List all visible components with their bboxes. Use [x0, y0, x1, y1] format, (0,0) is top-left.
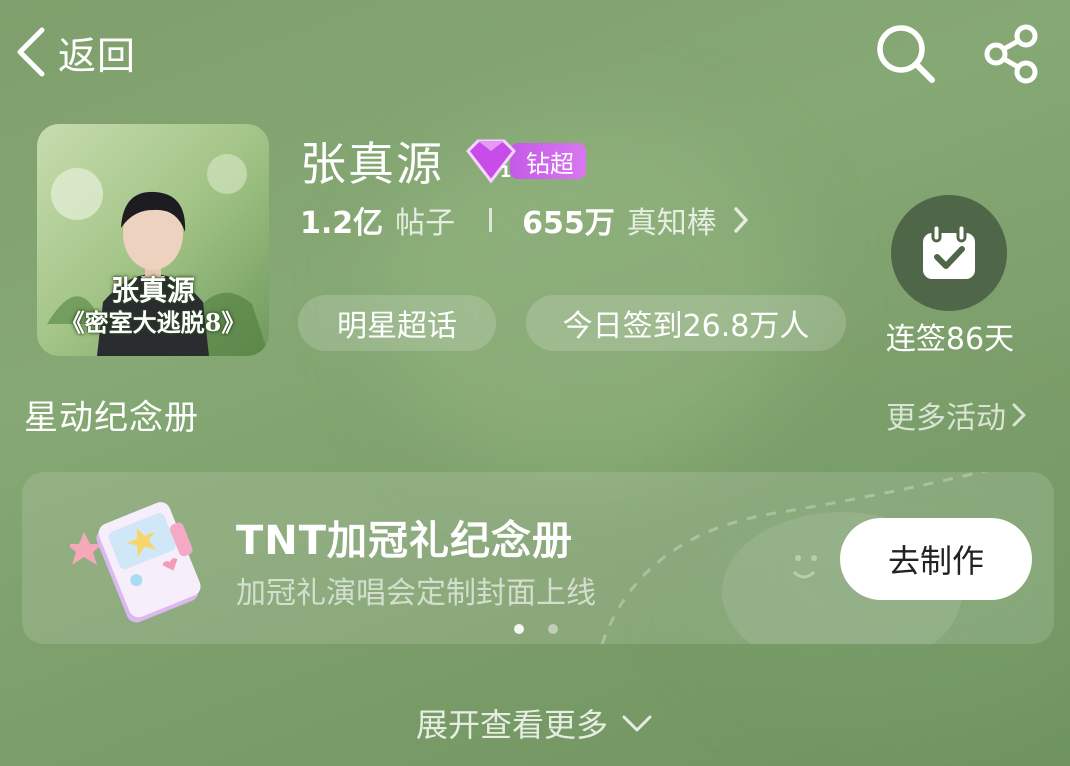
expand-more-button[interactable]: 展开查看更多 — [0, 700, 1070, 746]
badge-level: 1 — [500, 162, 511, 181]
badge-label: 钻超 — [510, 143, 586, 179]
avatar[interactable]: 张真源 《密室大逃脱8》 — [37, 124, 269, 356]
more-activities-link[interactable]: 更多活动 — [886, 393, 1028, 437]
make-button[interactable]: 去制作 — [840, 518, 1032, 600]
share-icon — [984, 24, 1038, 84]
stats-row[interactable]: 1.2亿 帖子 655万 真知棒 — [300, 198, 751, 242]
share-button[interactable] — [982, 22, 1044, 84]
carousel-dots — [514, 624, 558, 634]
posts-unit: 帖子 — [395, 206, 456, 241]
fans-unit: 真知棒 — [626, 206, 717, 241]
top-bar: 返回 — [0, 0, 1070, 100]
avatar-caption: 张真源 — [110, 274, 195, 307]
expand-more-label: 展开查看更多 — [415, 706, 608, 744]
back-label: 返回 — [58, 33, 137, 78]
more-activities-label: 更多活动 — [886, 401, 1006, 436]
back-button[interactable]: 返回 — [12, 24, 136, 80]
chevron-right-icon — [734, 207, 748, 233]
card-subtitle: 加冠礼演唱会定制封面上线 — [236, 576, 596, 611]
tag-star-topic[interactable]: 明星超话 — [298, 295, 496, 351]
page-title: 张真源 — [300, 137, 444, 191]
album-card[interactable]: TNT加冠礼纪念册 加冠礼演唱会定制封面上线 去制作 — [22, 472, 1054, 644]
checkin-button[interactable] — [891, 195, 1007, 311]
avatar-caption: 《密室大逃脱8》 — [60, 308, 246, 337]
diamond-icon: 1 — [466, 139, 516, 183]
posts-count: 1.2亿 — [300, 206, 384, 241]
calendar-check-icon — [923, 223, 975, 279]
divider — [489, 208, 493, 232]
search-icon — [877, 25, 935, 83]
level-badge[interactable]: 1 钻超 — [462, 139, 586, 183]
fans-count: 655万 — [522, 206, 615, 241]
card-title: TNT加冠礼纪念册 — [236, 518, 574, 564]
chevron-right-icon — [1012, 403, 1026, 427]
chevron-down-icon — [622, 715, 652, 732]
section-title: 星动纪念册 — [24, 398, 199, 438]
chevron-left-icon — [17, 27, 45, 77]
album-icon — [66, 496, 210, 626]
search-button[interactable] — [874, 22, 936, 84]
carousel-dot[interactable] — [548, 624, 558, 634]
title-row: 张真源 1 钻超 — [300, 128, 586, 194]
tag-checkin-count: 今日签到26.8万人 — [526, 295, 846, 351]
carousel-dot-active[interactable] — [514, 624, 524, 634]
checkin-streak: 连签86天 — [885, 322, 1015, 357]
